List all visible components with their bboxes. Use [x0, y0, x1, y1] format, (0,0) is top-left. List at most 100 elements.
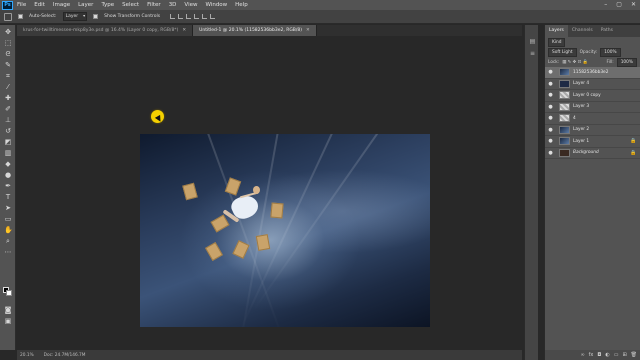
filter-kind-dropdown[interactable]: Kind	[548, 37, 566, 47]
tab-layers[interactable]: Layers	[545, 25, 568, 37]
doc-tab[interactable]: krus-for-twilltimessee-mkp8y3e.psd @ 16.…	[17, 25, 194, 36]
layer-name: Layer 0 copy	[573, 92, 601, 98]
menu-help[interactable]: Help	[235, 0, 248, 10]
floating-paper	[205, 242, 223, 261]
close-icon[interactable]: ✕	[306, 28, 310, 33]
layer-row[interactable]: ● 4	[545, 113, 640, 125]
doc-size[interactable]: Doc: 24.7M/146.7M	[44, 353, 86, 358]
background-color-swatch[interactable]	[6, 290, 12, 296]
eye-icon[interactable]: ●	[547, 104, 554, 110]
layer-row[interactable]: ● Layer 2	[545, 125, 640, 136]
dodge-tool-icon[interactable]: ●	[4, 172, 12, 179]
tab-channels[interactable]: Channels	[568, 25, 597, 37]
screen-mode-icon[interactable]: ▣	[4, 318, 12, 325]
zoom-tool-icon[interactable]: ⌕	[4, 238, 12, 245]
align-top-icon[interactable]	[170, 14, 176, 19]
layer-filter-row: Kind	[545, 37, 640, 47]
workspace[interactable]	[17, 36, 522, 350]
move-tool-icon[interactable]	[4, 12, 12, 21]
layer-row[interactable]: ● Background 🔒	[545, 148, 640, 159]
align-middle-icon[interactable]	[178, 14, 184, 19]
layer-row[interactable]: ● Layer 1 🔒	[545, 136, 640, 148]
menu-3d[interactable]: 3D	[169, 0, 177, 10]
document-canvas[interactable]	[140, 134, 430, 327]
layer-row[interactable]: ● Layer 4	[545, 79, 640, 90]
blend-row: Soft Light Opacity: 100%	[545, 47, 640, 57]
lock-label: Lock:	[548, 59, 560, 65]
lasso-tool-icon[interactable]: ᘓ	[4, 51, 12, 58]
lock-icon: 🔒	[630, 138, 637, 145]
fill-field[interactable]: 100%	[616, 57, 637, 67]
maximize-button[interactable]: ▢	[616, 0, 622, 10]
menu-type[interactable]: Type	[101, 0, 114, 10]
mask-icon[interactable]: ◘	[597, 352, 601, 358]
menu-window[interactable]: Window	[205, 0, 227, 10]
menu-filter[interactable]: Filter	[147, 0, 161, 10]
zoom-level[interactable]: 20.1%	[20, 353, 34, 358]
menu-edit[interactable]: Edit	[34, 0, 45, 10]
gradient-tool-icon[interactable]: ▥	[4, 150, 12, 157]
healing-brush-icon[interactable]: ✚	[4, 95, 12, 102]
menu-file[interactable]: File	[17, 0, 26, 10]
eye-icon[interactable]: ●	[547, 127, 554, 133]
eraser-icon[interactable]: ◩	[4, 139, 12, 146]
layer-row[interactable]: ● Layer 0 copy	[545, 90, 640, 102]
menu-select[interactable]: Select	[122, 0, 139, 10]
eye-icon[interactable]: ●	[547, 69, 554, 75]
light-ray	[238, 134, 342, 327]
pen-tool-icon[interactable]: ✒	[4, 183, 12, 190]
eye-icon[interactable]: ●	[547, 92, 554, 98]
layer-row[interactable]: ● Layer 3	[545, 102, 640, 113]
new-layer-icon[interactable]: ⊞	[622, 352, 626, 358]
opacity-field[interactable]: 100%	[600, 47, 621, 57]
eye-icon[interactable]: ●	[547, 81, 554, 87]
align-center-icon[interactable]	[202, 14, 208, 19]
properties-panel-icon[interactable]: ≡	[529, 51, 536, 57]
history-brush-icon[interactable]: ↺	[4, 128, 12, 135]
eyedropper-icon[interactable]: ⁄	[4, 84, 12, 91]
layer-name: Background	[573, 150, 599, 156]
close-icon[interactable]: ✕	[182, 28, 186, 33]
more-tools-icon[interactable]: ⋯	[4, 249, 12, 256]
quick-select-icon[interactable]: ✎	[4, 62, 12, 69]
layer-name: 4	[573, 115, 576, 121]
close-button[interactable]: ✕	[631, 0, 636, 10]
eye-icon[interactable]: ●	[547, 150, 554, 156]
shape-tool-icon[interactable]: ▭	[4, 216, 12, 223]
photoshop-logo: Ps	[2, 0, 13, 10]
clone-stamp-icon[interactable]: ⊥	[4, 117, 12, 124]
lock-icons[interactable]: ▦ ✎ ✥ ⊡ 🔒	[562, 60, 603, 65]
quick-mask-icon[interactable]: ◙	[4, 307, 12, 314]
layer-row[interactable]: ● 11582536bb3e2	[545, 67, 640, 79]
adjustment-icon[interactable]: ◐	[605, 352, 609, 358]
history-panel-icon[interactable]: ▤	[529, 39, 536, 45]
doc-tab-active[interactable]: Untitled-1 @ 20.1% (11582536bb3e2, RGB/8…	[193, 25, 317, 36]
auto-select-checkbox[interactable]	[18, 14, 23, 19]
menu-layer[interactable]: Layer	[78, 0, 93, 10]
path-select-icon[interactable]: ➤	[4, 205, 12, 212]
brush-tool-icon[interactable]: ✐	[4, 106, 12, 113]
link-icon[interactable]: ∞	[580, 352, 584, 358]
crop-tool-icon[interactable]: ⌗	[4, 73, 12, 80]
eye-icon[interactable]: ●	[547, 138, 554, 144]
blend-mode-dropdown[interactable]: Soft Light	[548, 47, 577, 57]
align-left-icon[interactable]	[194, 14, 200, 19]
minimize-button[interactable]: –	[604, 0, 607, 10]
eye-icon[interactable]: ●	[547, 115, 554, 121]
tab-paths[interactable]: Paths	[597, 25, 617, 37]
align-right-icon[interactable]	[210, 14, 216, 19]
menu-image[interactable]: Image	[53, 0, 70, 10]
marquee-tool-icon[interactable]: ⬚	[4, 40, 12, 47]
trash-icon[interactable]: 🗑	[631, 352, 637, 358]
fx-icon[interactable]: fx	[589, 352, 594, 358]
document-tabs: krus-for-twilltimessee-mkp8y3e.psd @ 16.…	[17, 25, 522, 36]
blur-tool-icon[interactable]: ◆	[4, 161, 12, 168]
auto-select-dropdown[interactable]: Layer	[62, 12, 88, 21]
transform-controls-checkbox[interactable]	[93, 14, 99, 19]
align-bottom-icon[interactable]	[186, 14, 192, 19]
hand-tool-icon[interactable]: ✋	[4, 227, 13, 234]
menu-view[interactable]: View	[184, 0, 197, 10]
move-tool-icon[interactable]: ✥	[4, 29, 12, 36]
folder-icon[interactable]: ▭	[614, 352, 619, 358]
type-tool-icon[interactable]: T	[4, 194, 12, 201]
